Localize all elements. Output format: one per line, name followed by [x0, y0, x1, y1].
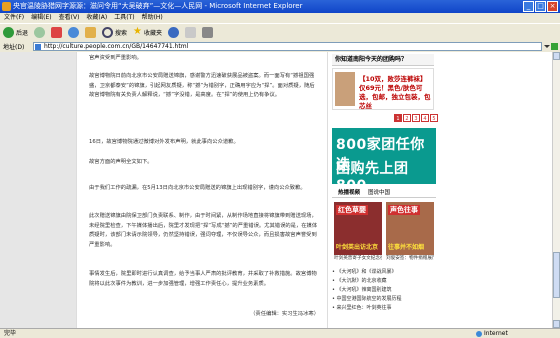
- article-paragraph: 官声资受到严重影响。: [89, 55, 142, 61]
- standard-toolbar: 后退 搜索 ★ 收藏夹: [0, 23, 560, 40]
- refresh-button[interactable]: [68, 26, 80, 38]
- article-paragraph: 由于我们工作的疏漏，在5月13日向北京市公安局赠送的锦旗上出现错别字，谨向公众致…: [89, 185, 306, 191]
- forward-arrow-icon: [34, 26, 46, 38]
- menu-favorites[interactable]: 收藏(A): [86, 13, 107, 23]
- pager-item[interactable]: 1: [394, 114, 402, 122]
- thumbnail-caption[interactable]: 叶剑英曾寄子女文纪念往子: [334, 255, 382, 262]
- ie-app-icon: [2, 2, 11, 11]
- security-zone: Internet: [476, 329, 508, 338]
- media-button[interactable]: [168, 26, 180, 38]
- go-button[interactable]: [542, 42, 560, 50]
- thumbnail-subtitle: 往事并不如烟: [388, 244, 425, 251]
- list-item[interactable]: • 中国空港国际航空的发展历程: [332, 295, 436, 304]
- thumbnail-label: 红色草婴: [336, 205, 368, 215]
- address-input[interactable]: http://culture.people.com.cn/GB/14647741…: [33, 41, 542, 51]
- promo-pager: 1 2 3 4 5: [394, 114, 438, 122]
- thumbnail-caption[interactable]: 刘俊安签：物件捐赠展厅: [386, 255, 434, 262]
- scroll-down-arrow[interactable]: [553, 320, 560, 328]
- editor-credit: （责任编辑：实习生冯冰寒）: [250, 311, 319, 317]
- list-item[interactable]: • 《大河吼》辣离国别建筑: [332, 286, 436, 295]
- go-arrow-icon: [551, 42, 558, 50]
- tab-hot-video[interactable]: 热播视频: [338, 188, 360, 197]
- article-paragraph: 故宫博物院日前向北京市公安局赠送锦旗，感谢警方迅速破获展品被盗案。而一面写有“撼…: [89, 73, 315, 98]
- menu-tools[interactable]: 工具(T): [114, 13, 134, 23]
- article-paragraph: 此次赠送锦旗由院保卫部门负责联系、制作，由于时间紧，从制作场地直接将锦旗带到赠送…: [89, 213, 318, 248]
- forward-button[interactable]: [34, 26, 46, 38]
- print-icon: [202, 26, 214, 38]
- menu-bar: 文件(F) 编辑(E) 查看(V) 收藏(A) 工具(T) 帮助(H): [0, 13, 560, 23]
- refresh-icon: [68, 26, 80, 38]
- search-button[interactable]: 搜索: [102, 26, 128, 38]
- pager-item[interactable]: 5: [430, 114, 438, 122]
- window-title: 央官温陵胁猎网字源源：滋问令用“大吴破弃”—文化—人民网 - Microsoft…: [13, 2, 303, 10]
- minimize-button[interactable]: _: [523, 1, 534, 12]
- home-button[interactable]: [85, 26, 97, 38]
- thumbnail-label: 声色往事: [388, 205, 420, 215]
- globe-icon: [476, 330, 482, 337]
- sidebar-title[interactable]: 你知道南阳今天的团购吗？: [332, 54, 434, 66]
- back-button[interactable]: 后退: [3, 26, 29, 38]
- media-icon: [168, 26, 180, 38]
- window-controls: _ □ ×: [523, 1, 558, 12]
- thumbnail-subtitle: 叶剑英出访北京: [336, 244, 379, 251]
- menu-help[interactable]: 帮助(H): [142, 13, 163, 23]
- address-bar: 地址(D) http://culture.people.com.cn/GB/14…: [0, 40, 560, 52]
- stop-icon: [51, 26, 63, 38]
- status-text: 完毕: [4, 330, 17, 337]
- window-title-bar[interactable]: 央官温陵胁猎网字源源：滋问令用“大吴破弃”—文化—人民网 - Microsoft…: [0, 0, 560, 13]
- list-item[interactable]: • 《大沉默》的北京收藏: [332, 277, 436, 286]
- vertical-scrollbar[interactable]: [552, 52, 560, 328]
- thumbnail-image[interactable]: 红色草婴 叶剑英出访北京: [334, 202, 382, 255]
- list-item[interactable]: • 《大河吼》和《谍战风暴》: [332, 268, 436, 277]
- page-icon: [35, 43, 41, 50]
- close-button[interactable]: ×: [547, 1, 558, 12]
- mail-icon: [185, 26, 197, 38]
- home-icon: [85, 26, 97, 38]
- list-item[interactable]: • 来兴里红色：叶剑英往事: [332, 304, 436, 313]
- status-bar: 完毕 Internet: [0, 328, 560, 338]
- pager-item[interactable]: 2: [403, 114, 411, 122]
- stop-button[interactable]: [51, 26, 63, 38]
- media-tabs: 热播视频 图说中国: [332, 188, 436, 198]
- tab-picture-china[interactable]: 图说中国: [368, 188, 390, 197]
- menu-edit[interactable]: 编辑(E): [31, 13, 51, 23]
- back-arrow-icon: [3, 26, 14, 38]
- print-button[interactable]: [202, 26, 214, 38]
- back-label: 后退: [16, 29, 29, 37]
- mail-button[interactable]: [185, 26, 197, 38]
- tuan800-banner-ad[interactable]: 800家团任你选 团购先上团800: [332, 128, 436, 194]
- scroll-up-arrow[interactable]: [553, 52, 560, 60]
- address-url: http://culture.people.com.cn/GB/14647741…: [44, 42, 189, 50]
- article-paragraph: 16日，故宫博物院通过微博对外发布声明，就此事向公众道歉。: [89, 139, 239, 145]
- article-body: 官声资受到严重影响。 故宫博物院日前向北京市公安局赠送锦旗，感谢警方迅速破获展品…: [76, 52, 328, 328]
- related-news-list: • 《大河吼》和《谍战风暴》 • 《大沉默》的北京收藏 • 《大河吼》辣离国别建…: [332, 268, 436, 313]
- pager-item[interactable]: 4: [421, 114, 429, 122]
- video-thumbnail[interactable]: 声色往事 往事并不如烟 刘俊安签：物件捐赠展厅: [386, 202, 434, 264]
- dropdown-arrow-icon: [544, 44, 550, 48]
- promo-image[interactable]: [335, 72, 355, 106]
- pager-item[interactable]: 3: [412, 114, 420, 122]
- search-label: 搜索: [115, 29, 128, 37]
- address-label: 地址(D): [3, 43, 25, 51]
- promo-text[interactable]: 【10双，败莎连裤袜】仅69元！黑色/肤色可选，包邮，独立包装，包芯丝: [359, 75, 431, 111]
- zone-label: Internet: [484, 330, 508, 337]
- favorites-button[interactable]: ★ 收藏夹: [133, 27, 162, 37]
- left-margin: [0, 52, 76, 328]
- page-viewport: 官声资受到严重影响。 故宫博物院日前向北京市公安局赠送锦旗，感谢警方迅速破获展品…: [0, 52, 552, 328]
- menu-file[interactable]: 文件(F): [4, 13, 24, 23]
- maximize-button[interactable]: □: [535, 1, 546, 12]
- favorites-label: 收藏夹: [144, 29, 163, 37]
- scroll-thumb[interactable]: [553, 252, 560, 298]
- star-icon: ★: [133, 26, 142, 37]
- menu-view[interactable]: 查看(V): [59, 13, 80, 23]
- search-icon: [102, 26, 114, 38]
- thumbnail-image[interactable]: 声色往事 往事并不如烟: [386, 202, 434, 255]
- promo-ad[interactable]: 【10双，败莎连裤袜】仅69元！黑色/肤色可选，包邮，独立包装，包芯丝: [332, 68, 434, 110]
- article-paragraph: 事情发生后，院里即时进行认真调查，给予当事人严肃的批评教育，并采取了补救措施。故…: [89, 271, 317, 287]
- right-sidebar: 你知道南阳今天的团购吗？ 【10双，败莎连裤袜】仅69元！黑色/肤色可选，包邮，…: [330, 52, 438, 328]
- video-thumbnail[interactable]: 红色草婴 叶剑英出访北京 叶剑英曾寄子女文纪念往子: [334, 202, 382, 264]
- article-paragraph: 故宫方面的声明全文如下。: [89, 159, 153, 165]
